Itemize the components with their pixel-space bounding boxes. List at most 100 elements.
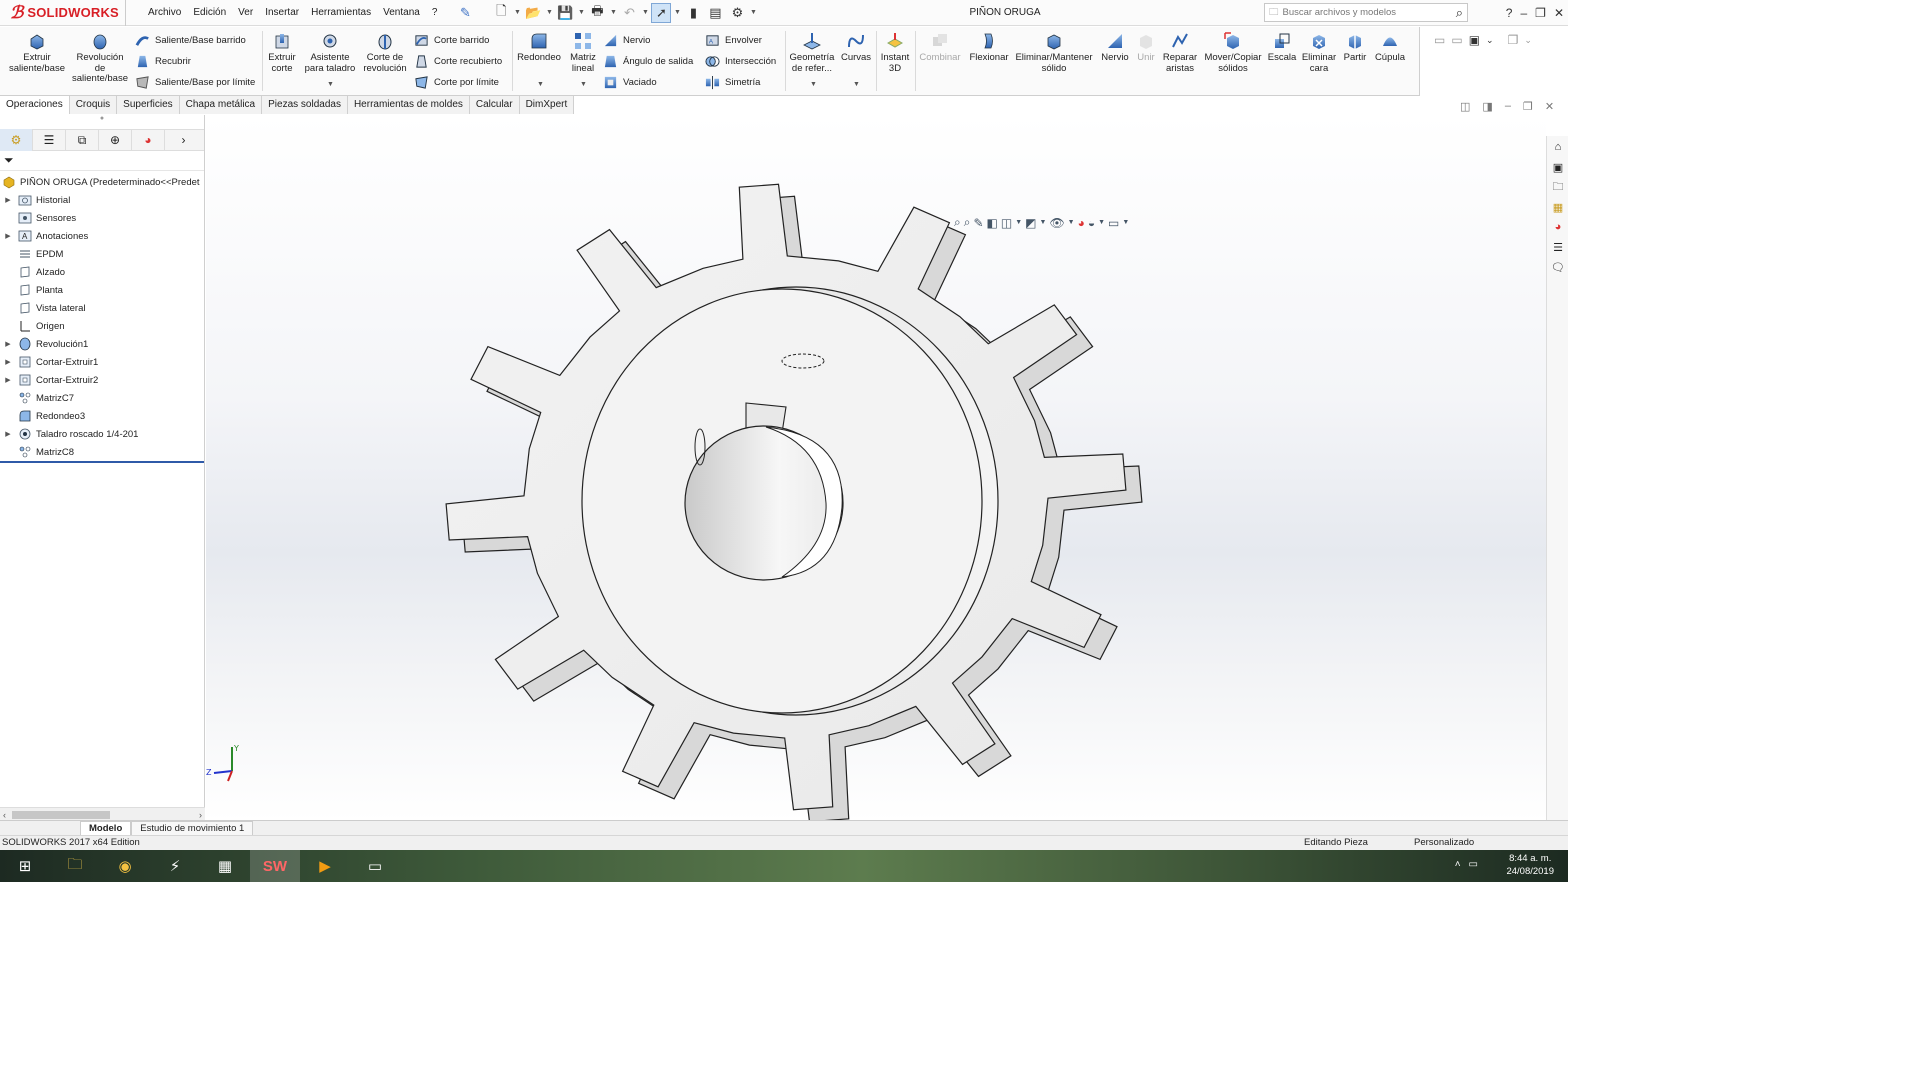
tree-item[interactable]: Origen	[0, 317, 204, 335]
menu-insertar[interactable]: Insertar	[259, 0, 305, 26]
dome-button[interactable]: Cúpula	[1372, 31, 1408, 64]
panel-grip-icon[interactable]: ●	[0, 115, 204, 129]
tab-modelo[interactable]: Modelo	[80, 820, 132, 836]
panel-toggle-icon[interactable]: ◨	[1482, 100, 1492, 113]
sprocket-model[interactable]	[206, 115, 1546, 821]
chevron-right-icon[interactable]: ›	[165, 129, 202, 151]
tree-item[interactable]: ▶ Cortar-Extruir1	[0, 353, 204, 371]
extrude-boss-button[interactable]: Extruir saliente/base	[8, 31, 66, 74]
tree-item[interactable]: ▶ A Anotaciones	[0, 227, 204, 245]
tree-item[interactable]: ▶ Historial	[0, 191, 204, 209]
heal-edges-button[interactable]: Reparar aristas	[1160, 31, 1200, 74]
tree-item[interactable]: ▶ Revolución1	[0, 335, 204, 353]
expand-arrow-icon[interactable]: ▶	[3, 232, 13, 240]
zoom-to-area-icon[interactable]: ⌕	[964, 215, 971, 230]
home-icon[interactable]: ⌂	[1549, 138, 1567, 156]
tab-piezas-soldadas[interactable]: Piezas soldadas	[262, 96, 348, 114]
scrollbar-thumb[interactable]	[12, 811, 110, 819]
join-button[interactable]: Unir	[1134, 31, 1158, 64]
chevron-down-icon[interactable]: ▼	[577, 9, 585, 16]
clock[interactable]: 8:44 a. m. 24/08/2019	[1506, 852, 1554, 878]
instant3d-button[interactable]: Instant 3D	[878, 31, 912, 74]
appearance-icon[interactable]: ▣	[1469, 33, 1480, 47]
revolve-boss-button[interactable]: Revolución de saliente/base	[70, 31, 130, 85]
display-manager-tab-icon[interactable]: ◕	[132, 129, 165, 151]
chevron-down-icon[interactable]: ▼	[1068, 219, 1075, 226]
delete-face-button[interactable]: Eliminar cara	[1300, 31, 1338, 74]
scale-button[interactable]: Escala	[1266, 31, 1298, 64]
section-view-icon[interactable]: ◧	[987, 216, 998, 230]
wrap-button[interactable]: A Envolver	[705, 31, 762, 49]
split-button[interactable]: Partir	[1340, 31, 1370, 64]
display-style-icon[interactable]: ◩	[1025, 216, 1036, 230]
menu-ver[interactable]: Ver	[232, 0, 259, 26]
swept-boss-button[interactable]: Saliente/Base barrido	[135, 31, 246, 49]
expand-arrow-icon[interactable]: ▶	[3, 340, 13, 348]
minimize-icon[interactable]: –	[1505, 100, 1511, 113]
help-icon[interactable]: ?	[1506, 6, 1513, 20]
filter-icon[interactable]: ⏷	[0, 151, 204, 171]
expand-arrow-icon[interactable]: ▶	[3, 376, 13, 384]
menu-help[interactable]: ?	[426, 0, 444, 26]
hole-wizard-button[interactable]: Asistente para taladro	[302, 31, 358, 74]
tab-estudio-movimiento[interactable]: Estudio de movimiento 1	[131, 820, 254, 836]
chevron-down-icon[interactable]: ▼	[853, 81, 860, 88]
open-folder-icon[interactable]: 📂	[523, 3, 543, 23]
rib-button[interactable]: Nervio	[603, 31, 650, 49]
apply-scene-icon[interactable]: ◒	[1088, 216, 1095, 230]
print-icon[interactable]: 🖶	[587, 3, 607, 23]
tab-dimxpert[interactable]: DimXpert	[519, 96, 575, 114]
tab-superficies[interactable]: Superficies	[117, 96, 180, 114]
chevron-down-icon[interactable]: ▼	[810, 81, 817, 88]
minimize-icon[interactable]: –	[1520, 6, 1527, 20]
fillet-button[interactable]: Redondeo	[516, 31, 562, 64]
property-manager-tab-icon[interactable]: ☰	[33, 129, 66, 151]
lofted-boss-button[interactable]: Recubrir	[135, 52, 191, 70]
boundary-boss-button[interactable]: Saliente/Base por límite	[135, 73, 255, 91]
solidworks-taskbar-icon[interactable]: SW	[250, 850, 300, 882]
move-copy-bodies-button[interactable]: Mover/Copiar sólidos	[1202, 31, 1264, 74]
linear-pattern-button[interactable]: Matriz lineal	[566, 31, 600, 74]
previous-view-icon[interactable]: ✎	[973, 216, 983, 230]
panel-toggle-icon[interactable]: ◫	[1460, 100, 1470, 113]
close-icon[interactable]: ✕	[1545, 100, 1554, 113]
combine-button[interactable]: Combinar	[918, 31, 962, 64]
solidworks-pdm-icon[interactable]: ⚡	[150, 850, 200, 882]
design-library-icon[interactable]: 🗀	[1549, 178, 1567, 196]
menu-ventana[interactable]: Ventana	[377, 0, 426, 26]
tree-item[interactable]: ▶ Cortar-Extruir2	[0, 371, 204, 389]
view-orientation-icon[interactable]: ◫	[1001, 216, 1012, 230]
rib2-button[interactable]: Nervio	[1096, 31, 1134, 64]
file-properties-icon[interactable]: ▤	[705, 3, 725, 23]
custom-properties-icon[interactable]: ☰	[1549, 238, 1567, 256]
window-tile-icon[interactable]: ❐	[1508, 33, 1519, 47]
save-icon[interactable]: 💾	[555, 3, 575, 23]
revolved-cut-button[interactable]: Corte de revolución	[360, 31, 410, 74]
menu-edicion[interactable]: Edición	[187, 0, 232, 26]
feature-manager-tab-icon[interactable]: ⚙	[0, 129, 33, 151]
chevron-down-icon[interactable]: ▼	[545, 9, 553, 16]
chevron-down-icon[interactable]: ▼	[1015, 219, 1022, 226]
tab-chapa-metalica[interactable]: Chapa metálica	[179, 96, 263, 114]
tree-item[interactable]: Sensores	[0, 209, 204, 227]
expand-arrow-icon[interactable]: ▶	[3, 430, 13, 438]
restore-icon[interactable]: ❐	[1535, 6, 1546, 20]
hide-show-icon[interactable]: 👁	[1049, 216, 1064, 230]
chevron-down-icon[interactable]: ▼	[749, 9, 757, 16]
media-player-icon[interactable]: ▶	[300, 850, 350, 882]
zoom-to-fit-icon[interactable]: ⌕	[954, 215, 961, 230]
new-document-icon[interactable]: 🗋	[491, 3, 511, 23]
chevron-down-icon[interactable]: ▼	[513, 9, 521, 16]
chevron-down-icon[interactable]: ▼	[1098, 219, 1105, 226]
chevron-down-icon[interactable]: ⌄	[1524, 35, 1532, 46]
forum-icon[interactable]: 🗨	[1549, 258, 1567, 276]
tab-croquis[interactable]: Croquis	[69, 96, 118, 114]
intersect-button[interactable]: Intersección	[705, 52, 776, 70]
expand-arrow-icon[interactable]: ▶	[3, 358, 13, 366]
options-gear-icon[interactable]: ⚙	[727, 3, 747, 23]
sheet-icon[interactable]: ▭	[1434, 33, 1445, 47]
appearances-icon[interactable]: ◕	[1549, 218, 1567, 236]
tree-item[interactable]: Planta	[0, 281, 204, 299]
expand-arrow-icon[interactable]: ▶	[3, 196, 13, 204]
tree-item[interactable]: MatrizC8	[0, 443, 204, 461]
